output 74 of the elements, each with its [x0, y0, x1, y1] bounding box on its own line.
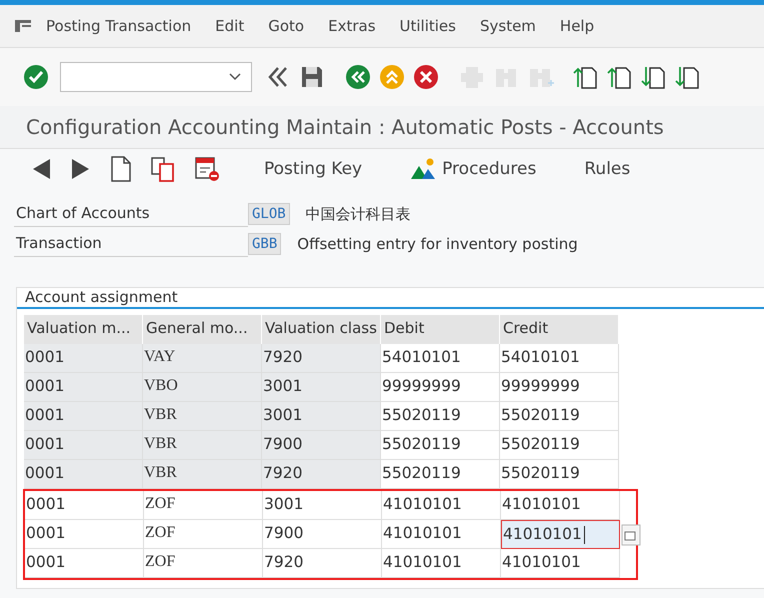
table-cell[interactable]: 3001	[263, 491, 382, 520]
table-cell[interactable]: 55020119	[500, 431, 619, 460]
table-cell[interactable]: VBR	[143, 460, 262, 489]
menu-item[interactable]: Edit	[215, 17, 244, 35]
table-cell[interactable]: 0001	[25, 520, 144, 549]
table-cell[interactable]: ZOF	[144, 491, 263, 520]
table-cell[interactable]: 55020119	[381, 402, 500, 431]
table-cell[interactable]: 55020119	[381, 431, 500, 460]
table-cell[interactable]: VBR	[143, 431, 262, 460]
table-cell[interactable]: ZOF	[144, 549, 263, 578]
table-cell[interactable]: 54010101	[381, 344, 500, 373]
column-header[interactable]: General mo...	[143, 315, 262, 344]
copy-icon[interactable]	[150, 156, 176, 182]
column-header[interactable]: Valuation m...	[24, 315, 143, 344]
field-label: Chart of Accounts	[14, 201, 248, 227]
table-cell[interactable]: 0001	[24, 431, 143, 460]
table-cell[interactable]: ZOF	[144, 520, 263, 549]
table-cell[interactable]: 3001	[262, 373, 381, 402]
table-cell[interactable]: 3001	[262, 402, 381, 431]
value-help-icon[interactable]	[621, 524, 641, 546]
table-cell[interactable]: 0001	[25, 491, 144, 520]
field-description: Offsetting entry for inventory posting	[297, 235, 578, 253]
toolbar-button[interactable]: Posting Key	[260, 157, 366, 181]
delete-row-icon[interactable]	[194, 156, 220, 182]
table-cell[interactable]: 7920	[263, 549, 382, 578]
menu-icon[interactable]	[14, 19, 32, 33]
command-field[interactable]	[60, 62, 252, 92]
table-cell[interactable]: 7920	[262, 344, 381, 373]
table-cell[interactable]: 41010101	[501, 549, 620, 578]
menu-item[interactable]: Posting Transaction	[46, 17, 192, 35]
table-cell[interactable]: VAY	[143, 344, 262, 373]
table-cell[interactable]: 0001	[25, 549, 144, 578]
table-cell[interactable]: 55020119	[500, 402, 619, 431]
table-cell[interactable]: 0001	[24, 344, 143, 373]
menu-item[interactable]: Extras	[328, 17, 376, 35]
table-cell[interactable]: 41010101	[382, 549, 501, 578]
menu-item[interactable]: Goto	[268, 17, 304, 35]
table-cell[interactable]: 41010101	[501, 491, 620, 520]
table-cell[interactable]: 55020119	[500, 460, 619, 489]
menu-item[interactable]: System	[480, 17, 536, 35]
key-field[interactable]: GBB	[248, 233, 282, 255]
menu-item[interactable]: Help	[560, 17, 594, 35]
back-icon[interactable]	[344, 63, 372, 91]
table-cell[interactable]: 7900	[263, 520, 382, 549]
table-cell[interactable]: 7900	[262, 431, 381, 460]
table-cell[interactable]: 99999999	[381, 373, 500, 402]
table-cell[interactable]: 41010101	[382, 491, 501, 520]
toolbar-button[interactable]: Rules	[580, 157, 634, 181]
table-cell-input[interactable]: 41010101	[501, 520, 620, 549]
screen-title: Configuration Accounting Maintain : Automatic Posts - Accounts	[26, 115, 664, 139]
dropdown-icon[interactable]	[229, 73, 241, 81]
group-title: Account assignment	[25, 288, 178, 306]
table-cell[interactable]: 99999999	[500, 373, 619, 402]
table-cell[interactable]: 54010101	[500, 344, 619, 373]
new-page-icon[interactable]	[110, 156, 132, 182]
table-cell[interactable]: 41010101	[382, 520, 501, 549]
table-cell[interactable]: 0001	[24, 460, 143, 489]
table-cell[interactable]: VBR	[143, 402, 262, 431]
table-cell[interactable]: 0001	[24, 373, 143, 402]
menu-item[interactable]: Utilities	[400, 17, 456, 35]
table-cell[interactable]: 7920	[262, 460, 381, 489]
mountains-icon	[410, 158, 436, 180]
field-description: 中国会计科目表	[306, 204, 411, 224]
key-field[interactable]: GLOB	[248, 203, 290, 225]
cancel-icon[interactable]	[412, 63, 440, 91]
field-label: Transaction	[14, 231, 248, 257]
column-header[interactable]: Valuation class	[262, 315, 381, 344]
procedures-button[interactable]: Procedures	[406, 156, 540, 182]
table-cell[interactable]: 0001	[24, 402, 143, 431]
column-header[interactable]: Debit	[381, 315, 500, 344]
table-cell[interactable]: 55020119	[381, 460, 500, 489]
check-icon[interactable]	[22, 63, 50, 91]
table-cell[interactable]: VBO	[143, 373, 262, 402]
column-header[interactable]: Credit	[500, 315, 619, 344]
